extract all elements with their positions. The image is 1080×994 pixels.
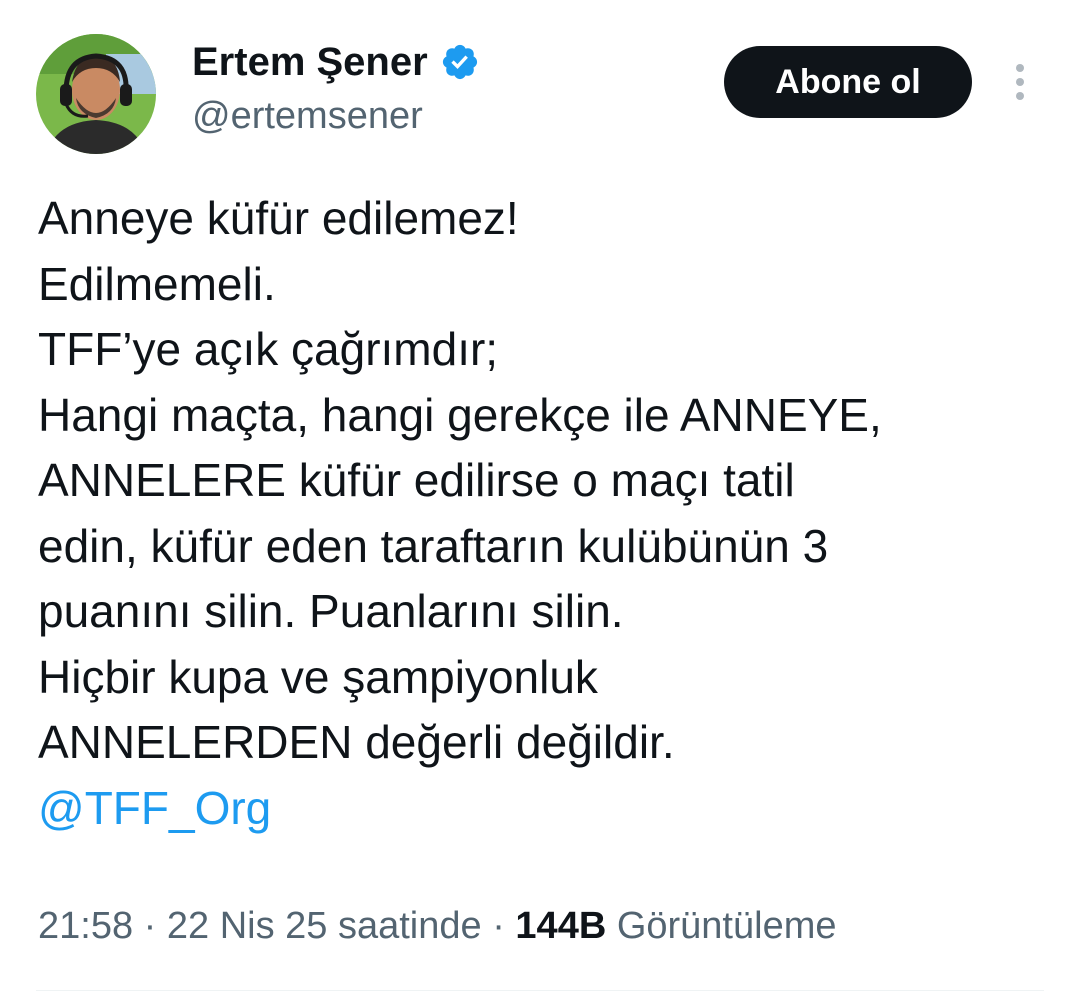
tweet-time[interactable]: 21:58 (38, 905, 133, 947)
tweet-date[interactable]: 22 Nis 25 saatinde (167, 905, 482, 947)
author-display-name[interactable]: Ertem Şener (192, 38, 428, 86)
avatar-photo (36, 34, 156, 154)
tweet-line: Hiçbir kupa ve şampiyonluk (38, 650, 598, 703)
meta-separator: · (133, 905, 167, 947)
tweet-line: edin, küfür eden taraftarın kulübünün 3 (38, 519, 829, 572)
avatar[interactable] (36, 34, 156, 154)
tweet-meta: 21:58 · 22 Nis 25 saatinde · 144B Görünt… (38, 900, 837, 952)
views-count: 144B (515, 905, 607, 947)
author-display-name-row[interactable]: Ertem Şener (192, 38, 480, 86)
tweet-line: Anneye küfür edilemez! (38, 192, 519, 244)
mention-link[interactable]: @TFF_Org (38, 776, 1048, 842)
tweet-line: puanını silin. Puanlarını silin. (38, 585, 624, 637)
author-handle[interactable]: @ertemsener (192, 93, 423, 139)
more-vertical-icon[interactable] (1006, 60, 1034, 104)
views-label: Görüntüleme (606, 905, 837, 947)
tweet-line: ANNELERE küfür edilirse o maçı tatil (38, 454, 795, 506)
verified-badge-icon (440, 42, 480, 82)
tweet-line: TFF’ye açık çağrımdır; (38, 323, 499, 375)
tweet-text: Anneye küfür edilemez! Edilmemeli. TFF’y… (38, 186, 1048, 841)
meta-separator: · (481, 905, 516, 947)
subscribe-button[interactable]: Abone ol (724, 46, 972, 118)
tweet-line: ANNELERDEN değerli değildir. (38, 716, 675, 768)
divider (36, 990, 1044, 991)
tweet-line: Edilmemeli. (38, 257, 276, 310)
tweet-line: Hangi maçta, hangi gerekçe ile ANNEYE, (38, 388, 882, 441)
